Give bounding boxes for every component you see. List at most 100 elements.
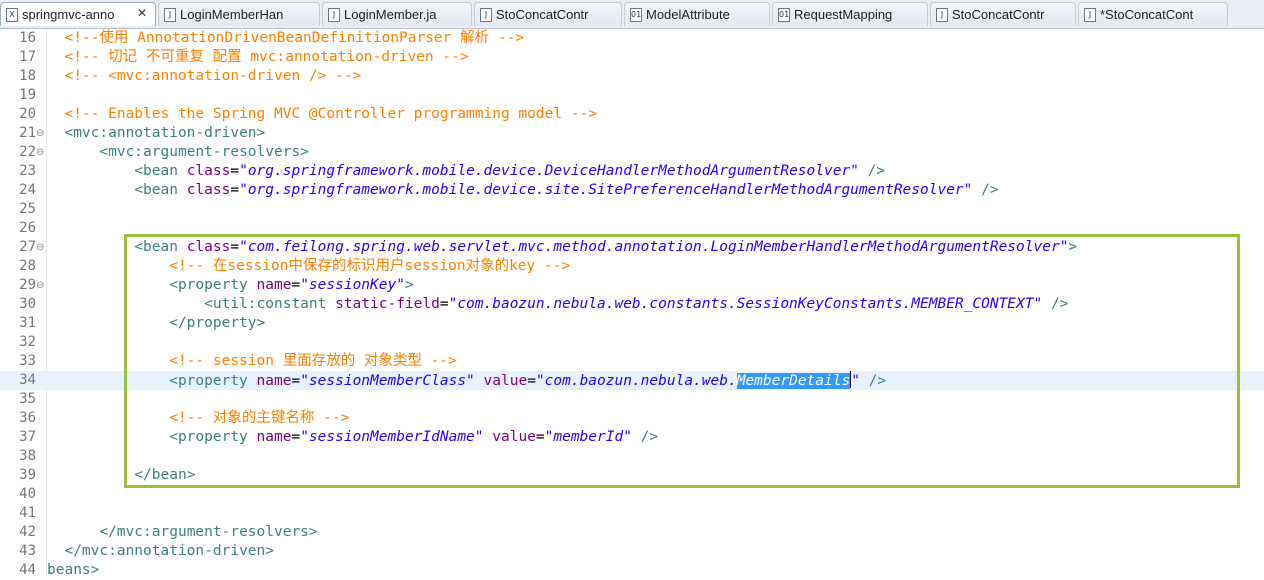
- code-token: "com.baozun.nebula.web.constants.Session…: [448, 296, 1043, 312]
- code-line[interactable]: 21 ⊖ <mvc:annotation-driven>: [0, 124, 1264, 143]
- code-token: ": [851, 373, 860, 389]
- code-token: =: [230, 182, 240, 198]
- code-line[interactable]: 38: [0, 447, 1264, 466]
- fold-toggle-icon[interactable]: ⊖: [36, 143, 46, 162]
- code-line[interactable]: 22 ⊖ <mvc:argument-resolvers>: [0, 143, 1264, 162]
- code-line[interactable]: 32: [0, 333, 1264, 352]
- line-number: 18: [19, 68, 36, 84]
- code-line[interactable]: 42 </mvc:argument-resolvers>: [0, 523, 1264, 542]
- code-token: "memberId": [544, 429, 632, 445]
- java-file-icon: J: [328, 8, 340, 22]
- line-number: 21: [19, 125, 36, 141]
- code-line[interactable]: 26: [0, 219, 1264, 238]
- code-token: value: [483, 373, 528, 389]
- code-line[interactable]: 36 <!-- 对象的主键名称 -->: [0, 409, 1264, 428]
- fold-toggle-icon[interactable]: ⊖: [36, 124, 46, 143]
- line-number: 17: [19, 49, 36, 65]
- line-number: 38: [19, 448, 36, 464]
- code-token: "sessionMemberIdName": [300, 429, 484, 445]
- code-token: <!-- <mvc:annotation-driven /> -->: [64, 68, 362, 84]
- java-file-icon: J: [1084, 8, 1096, 22]
- code-line[interactable]: 18 <!-- <mvc:annotation-driven /> -->: [0, 67, 1264, 86]
- code-line[interactable]: 30 <util:constant static-field="com.baoz…: [0, 295, 1264, 314]
- class-file-icon: 01: [630, 8, 642, 22]
- tab-label: StoConcatContr: [952, 7, 1045, 22]
- close-icon[interactable]: ✕: [135, 6, 149, 20]
- code-line[interactable]: 39 </bean>: [0, 466, 1264, 485]
- code-line[interactable]: 19: [0, 86, 1264, 105]
- code-line[interactable]: 34 <property name="sessionMemberClass" v…: [0, 371, 1264, 390]
- editor-tab[interactable]: 01 RequestMapping: [772, 2, 928, 26]
- editor-tab[interactable]: Xspringmvc-anno ✕: [0, 2, 156, 26]
- code-token: </property>: [169, 315, 266, 331]
- line-number: 16: [19, 30, 36, 46]
- code-token: class: [186, 182, 231, 198]
- tab-label: LoginMember.ja: [344, 7, 437, 22]
- java-file-icon: J: [164, 8, 176, 22]
- code-line[interactable]: 31 </property>: [0, 314, 1264, 333]
- code-text: </property>: [47, 314, 265, 333]
- code-token: <!--使用 AnnotationDrivenBeanDefinitionPar…: [64, 30, 525, 46]
- line-number: 36: [19, 410, 36, 426]
- editor-tab[interactable]: J StoConcatContr: [474, 2, 622, 26]
- code-text: </mvc:argument-resolvers>: [47, 523, 317, 542]
- line-number: 33: [19, 353, 36, 369]
- code-line[interactable]: 25: [0, 200, 1264, 219]
- line-number: 24: [19, 182, 36, 198]
- fold-toggle-icon[interactable]: ⊖: [36, 276, 46, 295]
- code-line[interactable]: 16 <!--使用 AnnotationDrivenBeanDefinition…: [0, 29, 1264, 48]
- code-token: <!-- 切记 不可重复 配置 mvc:annotation-driven --…: [64, 49, 469, 65]
- editor-tab[interactable]: J LoginMember.ja: [322, 2, 472, 26]
- fold-toggle-icon[interactable]: ⊖: [36, 238, 46, 257]
- tab-label: StoConcatContr: [496, 7, 589, 22]
- line-number: 19: [19, 87, 36, 103]
- code-line[interactable]: 28 <!-- 在session中保存的标识用户session对象的key --…: [0, 257, 1264, 276]
- code-line[interactable]: 33 <!-- session 里面存放的 对象类型 -->: [0, 352, 1264, 371]
- code-line[interactable]: 43 </mvc:annotation-driven>: [0, 542, 1264, 561]
- code-token: name: [256, 373, 292, 389]
- code-line[interactable]: 40: [0, 485, 1264, 504]
- code-line[interactable]: 35: [0, 390, 1264, 409]
- java-file-icon: J: [936, 8, 948, 22]
- code-line[interactable]: 37 <property name="sessionMemberIdName" …: [0, 428, 1264, 447]
- code-token: name: [256, 429, 292, 445]
- code-line[interactable]: 17 <!-- 切记 不可重复 配置 mvc:annotation-driven…: [0, 48, 1264, 67]
- code-token: <property: [169, 277, 257, 293]
- code-text: <property name="sessionMemberIdName" val…: [47, 428, 658, 447]
- code-text: <bean class="com.feilong.spring.web.serv…: [47, 238, 1077, 257]
- editor-tab[interactable]: J StoConcatContr: [930, 2, 1076, 26]
- code-line[interactable]: 24 <bean class="org.springframework.mobi…: [0, 181, 1264, 200]
- line-number: 27: [19, 239, 36, 255]
- code-line[interactable]: 29 ⊖ <property name="sessionKey">: [0, 276, 1264, 295]
- editor-tab[interactable]: J *StoConcatCont: [1078, 2, 1228, 26]
- line-number: 26: [19, 220, 36, 236]
- tab-label: *StoConcatCont: [1100, 7, 1194, 22]
- code-line[interactable]: 44 beans>: [0, 561, 1264, 580]
- code-token: <!-- 对象的主键名称 -->: [169, 410, 350, 426]
- code-line[interactable]: 27 ⊖ <bean class="com.feilong.spring.web.…: [0, 238, 1264, 257]
- code-token: <!-- session 里面存放的 对象类型 -->: [169, 353, 457, 369]
- code-token: <bean: [134, 182, 187, 198]
- code-line[interactable]: 23 <bean class="org.springframework.mobi…: [0, 162, 1264, 181]
- code-line[interactable]: 20 <!-- Enables the Spring MVC @Controll…: [0, 105, 1264, 124]
- code-text: <property name="sessionMemberClass" valu…: [47, 371, 886, 391]
- code-token: =: [291, 373, 301, 389]
- code-text: <mvc:annotation-driven>: [47, 124, 265, 143]
- selected-text: MemberDetails: [736, 373, 851, 389]
- code-line[interactable]: 41: [0, 504, 1264, 523]
- code-text: <!-- Enables the Spring MVC @Controller …: [47, 105, 597, 124]
- editor-tab[interactable]: J LoginMemberHan: [158, 2, 320, 26]
- editor-tab[interactable]: 01 ModelAttribute: [624, 2, 770, 26]
- code-token: />: [972, 182, 999, 198]
- code-token: "org.springframework.mobile.device.Devic…: [239, 163, 859, 179]
- line-number: 43: [19, 543, 36, 559]
- line-number: 20: [19, 106, 36, 122]
- code-token: <property: [169, 429, 257, 445]
- code-token: </bean>: [134, 467, 196, 483]
